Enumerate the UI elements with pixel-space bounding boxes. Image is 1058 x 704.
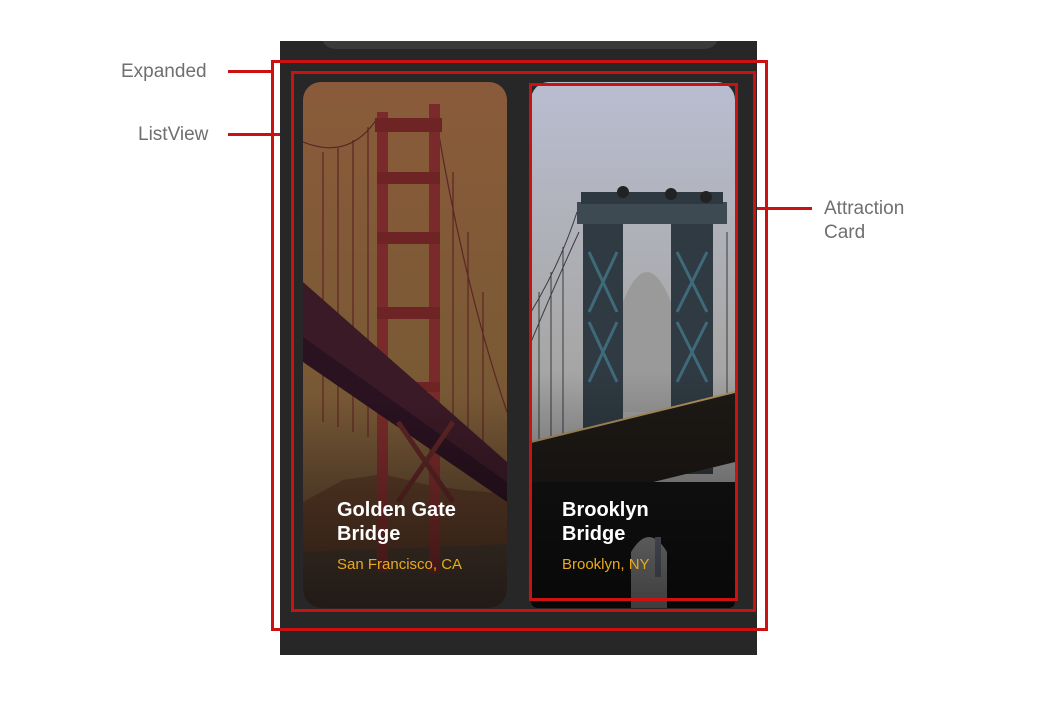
listview-callout-label: ListView <box>138 124 209 145</box>
attraction-card-callout-line1: Attraction <box>824 198 905 219</box>
top-app-bar-edge <box>320 41 720 49</box>
attraction-card-callout-line2: Card <box>824 222 866 243</box>
attraction-card-outline <box>529 83 738 601</box>
expanded-leader-line <box>228 70 273 73</box>
attraction-card-callout-label: Attraction Card <box>824 197 904 245</box>
expanded-callout-label: Expanded <box>121 61 207 82</box>
